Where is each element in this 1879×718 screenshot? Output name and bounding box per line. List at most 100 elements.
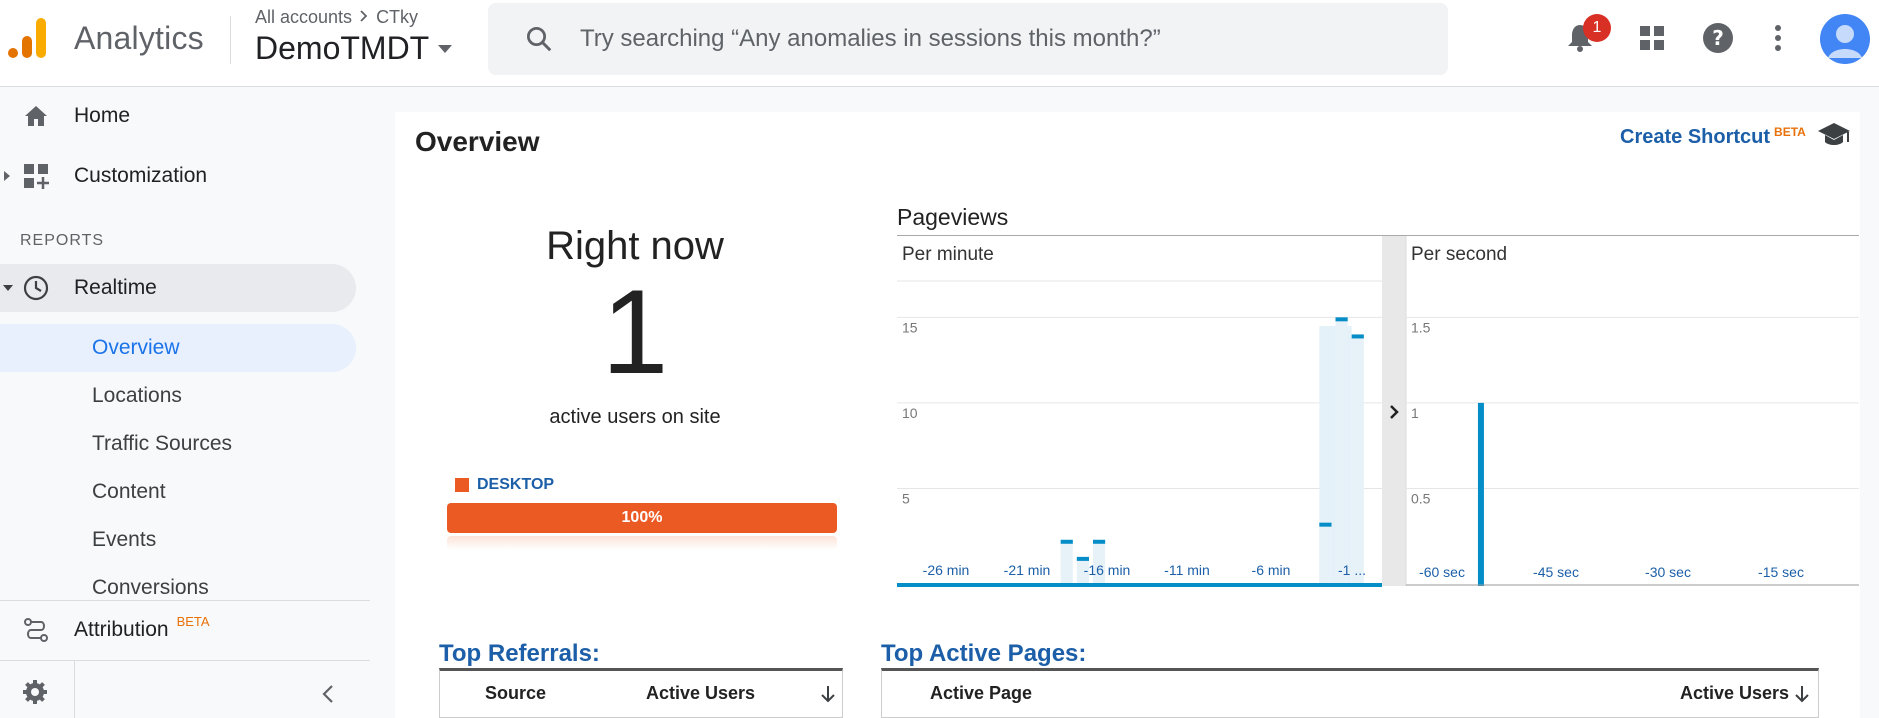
- section-title-reports: REPORTS: [20, 232, 105, 249]
- x-tick-label: -6 min: [1252, 562, 1291, 578]
- sidebar-subitem-overview[interactable]: Overview: [0, 324, 356, 372]
- header-divider: [230, 16, 231, 64]
- breadcrumb-account[interactable]: All accounts: [255, 7, 352, 28]
- sidebar-item-label: Attribution BETA: [74, 614, 210, 642]
- collapse-arrow-icon: [3, 285, 13, 291]
- sidebar-footer-divider: [0, 660, 370, 661]
- sidebar-subitem-events[interactable]: Events: [0, 516, 356, 564]
- user-avatar-icon: [1820, 14, 1870, 64]
- sidebar-subitem-content[interactable]: Content: [0, 468, 356, 516]
- apps-grid-icon: [1640, 26, 1664, 50]
- per-minute-bar-cap: [1319, 522, 1332, 527]
- sidebar-subitem-label: Overview: [92, 336, 180, 359]
- sidebar-item-customization[interactable]: Customization: [0, 152, 356, 200]
- admin-settings-button[interactable]: [17, 674, 53, 710]
- top-referrals-title: Top Referrals:: [439, 640, 600, 667]
- sort-descending-icon[interactable]: [1794, 685, 1810, 703]
- per-minute-bar: [1351, 334, 1364, 584]
- more-vert-icon: [1775, 25, 1781, 51]
- per-minute-title: Per minute: [902, 244, 994, 265]
- device-share-bar: 100%: [447, 503, 837, 533]
- x-tick-label: -45 sec: [1533, 564, 1579, 580]
- sidebar-item-label: Customization: [74, 164, 208, 187]
- column-header-active-users[interactable]: Active Users: [1680, 683, 1789, 704]
- per-second-title: Per second: [1411, 244, 1507, 265]
- svg-text:?: ?: [1712, 26, 1724, 50]
- pageviews-chart: Per minute 5 10 15 -26 min -21 min -16 min -11 …: [897, 236, 1859, 587]
- column-header-source[interactable]: Source: [485, 683, 546, 704]
- notification-badge: 1: [1583, 14, 1611, 42]
- per-minute-bar-cap: [1093, 539, 1106, 544]
- beta-badge: BETA: [1774, 125, 1806, 139]
- sidebar-item-attribution[interactable]: Attribution BETA: [0, 606, 356, 654]
- sidebar-item-home[interactable]: Home: [0, 92, 356, 140]
- column-header-active-page[interactable]: Active Page: [930, 683, 1032, 704]
- desktop-swatch: [455, 478, 469, 492]
- per-minute-bar: [1335, 317, 1348, 584]
- apps-button[interactable]: [1634, 20, 1670, 56]
- analytics-logo-icon[interactable]: [6, 16, 48, 60]
- help-button[interactable]: ?: [1700, 20, 1736, 56]
- education-icon[interactable]: [1817, 120, 1851, 150]
- y-tick-label: 0.5: [1411, 490, 1431, 506]
- device-label: DESKTOP: [477, 476, 555, 493]
- expand-arrow-icon: [4, 171, 10, 181]
- sidebar-subitem-locations[interactable]: Locations: [0, 372, 356, 420]
- sidebar-subitem-conversions[interactable]: Conversions: [0, 564, 356, 612]
- breadcrumb-property[interactable]: CTky: [376, 7, 418, 28]
- caret-down-icon: [438, 44, 453, 53]
- active-users-label: active users on site: [549, 406, 721, 428]
- search-input[interactable]: [580, 25, 1400, 53]
- breadcrumb[interactable]: All accounts CTky: [255, 7, 418, 28]
- more-options-button[interactable]: [1760, 20, 1796, 56]
- y-tick-label: 1.5: [1411, 319, 1431, 335]
- collapse-sidebar-button[interactable]: [310, 676, 346, 712]
- x-tick-label: -21 min: [1004, 562, 1051, 578]
- sidebar-item-label: Home: [74, 104, 131, 127]
- y-tick-label: 1: [1411, 405, 1419, 421]
- search-bar[interactable]: [488, 3, 1448, 75]
- y-tick-label: 10: [902, 405, 918, 421]
- home-icon: [22, 102, 50, 130]
- sidebar-subitem-label: Conversions: [92, 576, 209, 599]
- top-app-bar: Analytics All accounts CTky DemoTMDT 1 ?: [0, 0, 1879, 87]
- attribution-label: Attribution: [74, 618, 169, 641]
- x-tick-label: -60 sec: [1419, 564, 1465, 580]
- pageviews-title: Pageviews: [897, 204, 1009, 230]
- x-tick-label: -30 sec: [1645, 564, 1691, 580]
- top-referrals-table: Source Active Users: [439, 668, 843, 718]
- per-minute-bar: [1319, 522, 1332, 584]
- app-title: Analytics: [74, 20, 204, 56]
- property-selector[interactable]: DemoTMDT: [255, 30, 453, 67]
- device-bar-reflection: [447, 536, 837, 550]
- active-users-count: 1: [601, 265, 669, 399]
- sidebar-subitem-label: Events: [92, 528, 157, 551]
- main-content: Overview Create Shortcut BETA Right now 1…: [395, 112, 1860, 718]
- top-active-pages-title: Top Active Pages:: [881, 640, 1087, 667]
- panel-splitter: [1382, 236, 1406, 586]
- beta-badge: BETA: [176, 614, 210, 629]
- help-icon: ?: [1703, 23, 1733, 53]
- x-tick-label: -26 min: [923, 562, 970, 578]
- column-header-active-users[interactable]: Active Users: [646, 683, 755, 704]
- sidebar-item-realtime[interactable]: Realtime: [0, 264, 356, 312]
- sidebar-divider: [0, 600, 370, 601]
- device-legend: DESKTOP: [455, 476, 554, 494]
- per-minute-baseline: [897, 583, 1382, 587]
- top-active-pages-table: Active Page Active Users: [881, 668, 1819, 718]
- account-avatar[interactable]: [1820, 14, 1870, 64]
- sidebar-subitem-label: Content: [92, 480, 166, 503]
- sidebar-subitem-label: Locations: [92, 384, 182, 407]
- x-tick-label: -15 sec: [1758, 564, 1804, 580]
- customization-icon: [22, 162, 50, 190]
- sidebar-footer-separator: [74, 661, 75, 718]
- per-minute-bar: [1060, 539, 1073, 584]
- sort-descending-icon[interactable]: [820, 685, 836, 703]
- gear-icon: [23, 680, 47, 704]
- sidebar-subitem-traffic-sources[interactable]: Traffic Sources: [0, 420, 356, 468]
- per-minute-bar-cap: [1351, 334, 1364, 339]
- page-title: Overview: [415, 126, 540, 157]
- attribution-icon: [22, 616, 50, 644]
- per-minute-bar-cap: [1335, 317, 1348, 322]
- create-shortcut-button[interactable]: Create Shortcut BETA: [1620, 125, 1806, 149]
